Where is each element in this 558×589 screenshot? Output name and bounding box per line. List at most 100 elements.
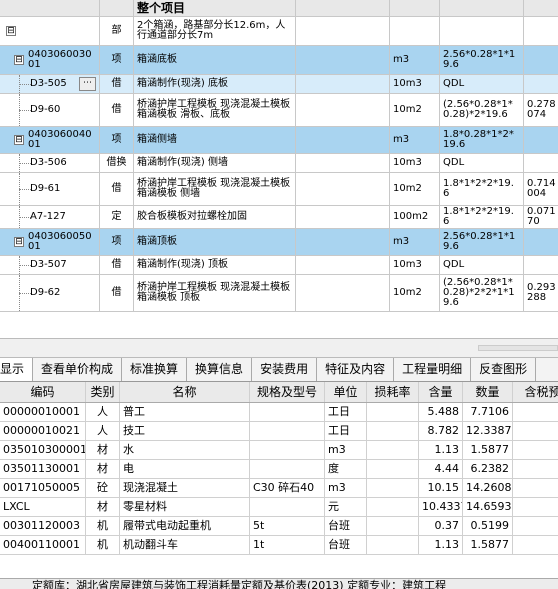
quota-row[interactable]: D9-61 借 桥涵护岸工程模板 现浇混凝土模板 箱涵模板 侧墙 10m2 1.8*1*… [0, 173, 558, 206]
row-quantity-expression[interactable]: 1.8*1*2*2*19.6 [440, 206, 524, 228]
row-quantity[interactable]: 0.714004 [524, 173, 558, 205]
row-quantity[interactable]: 0.07170 [524, 206, 558, 228]
row-quantity-expression[interactable]: QDL [440, 75, 524, 93]
col-code[interactable]: 编码 [0, 382, 86, 402]
cell-category[interactable]: 砼 [86, 479, 120, 497]
row-name[interactable]: 箱涵制作(现浇) 顶板 [134, 256, 296, 274]
cell-content[interactable]: 5.488 [419, 403, 463, 421]
row-quantity[interactable] [524, 229, 558, 255]
cell-unit[interactable]: m3 [325, 479, 367, 497]
cell-spec[interactable] [250, 498, 325, 516]
cell-tax-price[interactable]: 1 [513, 517, 558, 535]
row-quantity[interactable]: 0.278074 [524, 94, 558, 126]
col-unit[interactable]: 单位 [325, 382, 367, 402]
row-name[interactable]: 箱涵制作(现浇) 侧墙 [134, 154, 296, 172]
cell-spec[interactable]: C30 碎石40 [250, 479, 325, 497]
cell-category[interactable]: 材 [86, 498, 120, 516]
row-name[interactable]: 箱涵侧墙 [134, 127, 296, 153]
tab-standard-conversion[interactable]: 标准换算 [122, 358, 188, 381]
cell-spec[interactable]: 5t [250, 517, 325, 535]
tab-quantity-details[interactable]: 工程量明细 [394, 358, 472, 381]
quota-row[interactable]: D9-60 借 桥涵护岸工程模板 现浇混凝土模板 箱涵模板 滑板、底板 10m2 (2.… [0, 94, 558, 127]
cell-category[interactable]: 人 [86, 403, 120, 421]
cell-content[interactable]: 1.13 [419, 441, 463, 459]
cell-code[interactable]: 03501130001 [0, 460, 86, 478]
cell-loss-rate[interactable] [367, 441, 419, 459]
row-quantity[interactable] [524, 256, 558, 274]
splitter-grip[interactable] [478, 345, 558, 351]
cell-code[interactable]: 00301120003 [0, 517, 86, 535]
row-quantity[interactable] [524, 17, 558, 45]
cell-name[interactable]: 现浇混凝土 [120, 479, 250, 497]
cell-content[interactable]: 1.13 [419, 536, 463, 554]
row-quantity-expression[interactable]: 2.56*0.28*1*19.6 [440, 229, 524, 255]
cell-content[interactable]: 10.15 [419, 479, 463, 497]
quota-row[interactable]: A7-127 定 胶合板模板对拉螺栓加固 100m2 1.8*1*2*2*19.6 0.0… [0, 206, 558, 229]
division-row[interactable]: ⊟ 部 2个箱涵，路基部分长12.6m，人行通道部分长7m [0, 17, 558, 46]
tab-install-fees[interactable]: 安装费用 [252, 358, 318, 381]
collapse-toggle-icon[interactable]: ⊟ [6, 26, 16, 36]
cell-quantity[interactable]: 1.5877 [463, 441, 513, 459]
cell-category[interactable]: 材 [86, 460, 120, 478]
cell-unit[interactable]: 度 [325, 460, 367, 478]
cell-unit[interactable]: m3 [325, 441, 367, 459]
cell-quantity[interactable]: 0.5199 [463, 517, 513, 535]
row-unit[interactable]: 10m3 [390, 154, 440, 172]
cell-quantity[interactable]: 14.2608 [463, 479, 513, 497]
cell-name[interactable]: 机动翻斗车 [120, 536, 250, 554]
tab-conversion-info[interactable]: 换算信息 [187, 358, 253, 381]
cell-unit[interactable]: 台班 [325, 536, 367, 554]
cell-code[interactable]: 035010300001 [0, 441, 86, 459]
row-quantity-expression[interactable] [440, 17, 524, 45]
row-quantity[interactable] [524, 75, 558, 93]
cell-category[interactable]: 机 [86, 536, 120, 554]
row-name[interactable]: 胶合板模板对拉螺栓加固 [134, 206, 296, 228]
col-quantity[interactable]: 数量 [463, 382, 513, 402]
cell-tax-price[interactable] [513, 460, 558, 478]
cell-content[interactable]: 4.44 [419, 460, 463, 478]
row-unit[interactable]: m3 [390, 127, 440, 153]
col-tax-price[interactable]: 含税预 [513, 382, 558, 402]
col-loss-rate[interactable]: 损耗率 [367, 382, 419, 402]
cell-code[interactable]: 00000010001 [0, 403, 86, 421]
resource-row[interactable]: 00000010021 人技工 工日 8.782 12.3387 [0, 422, 558, 441]
cell-name[interactable]: 履带式电动起重机 [120, 517, 250, 535]
row-quantity-expression[interactable]: (2.56*0.28*1*0.28)*2*19.6 [440, 94, 524, 126]
cell-unit[interactable]: 台班 [325, 517, 367, 535]
quota-row[interactable]: D3-507 借 箱涵制作(现浇) 顶板 10m3 QDL [0, 256, 558, 275]
cell-code[interactable]: LXCL [0, 498, 86, 516]
row-code[interactable]: D9-62 [0, 275, 100, 311]
cell-quantity[interactable]: 6.2382 [463, 460, 513, 478]
collapse-toggle-icon[interactable]: ⊟ [14, 237, 24, 247]
cell-loss-rate[interactable] [367, 517, 419, 535]
cell-content[interactable]: 8.782 [419, 422, 463, 440]
cell-category[interactable]: 材 [86, 441, 120, 459]
cell-tax-price[interactable] [513, 422, 558, 440]
cell-name[interactable]: 电 [120, 460, 250, 478]
row-code[interactable]: D9-61 [0, 173, 100, 205]
row-quantity-expression[interactable]: QDL [440, 154, 524, 172]
resource-grid[interactable]: 编码 类别 名称 规格及型号 单位 损耗率 含量 数量 含税预 00000010… [0, 382, 558, 558]
collapse-toggle-icon[interactable]: ⊟ [14, 135, 24, 145]
cell-tax-price[interactable] [513, 536, 558, 554]
cell-tax-price[interactable] [513, 498, 558, 516]
cell-category[interactable]: 人 [86, 422, 120, 440]
row-quantity-expression[interactable]: 1.8*0.28*1*2*19.6 [440, 127, 524, 153]
row-unit[interactable] [390, 17, 440, 45]
row-name[interactable]: 箱涵制作(现浇) 底板 [134, 75, 296, 93]
bill-item-row[interactable]: 040306005001 ⊟ 项 箱涵顶板 m3 2.56*0.28*1*19.6 [0, 229, 558, 256]
cell-spec[interactable] [250, 441, 325, 459]
row-quantity-expression[interactable]: (2.56*0.28*1*0.28)*2*2*1*19.6 [440, 275, 524, 311]
cell-spec[interactable] [250, 422, 325, 440]
cell-loss-rate[interactable] [367, 479, 419, 497]
more-options-button[interactable]: ⋯ [79, 77, 96, 91]
row-unit[interactable]: 10m3 [390, 256, 440, 274]
row-code[interactable]: D9-60 [0, 94, 100, 126]
cell-name[interactable]: 水 [120, 441, 250, 459]
collapse-toggle-icon[interactable]: ⊟ [14, 55, 24, 65]
cell-quantity[interactable]: 1.5877 [463, 536, 513, 554]
row-name[interactable]: 桥涵护岸工程模板 现浇混凝土模板 箱涵模板 滑板、底板 [134, 94, 296, 126]
row-name[interactable]: 桥涵护岸工程模板 现浇混凝土模板 箱涵模板 顶板 [134, 275, 296, 311]
row-quantity-expression[interactable]: 1.8*1*2*2*19.6 [440, 173, 524, 205]
row-name[interactable]: 箱涵底板 [134, 46, 296, 74]
